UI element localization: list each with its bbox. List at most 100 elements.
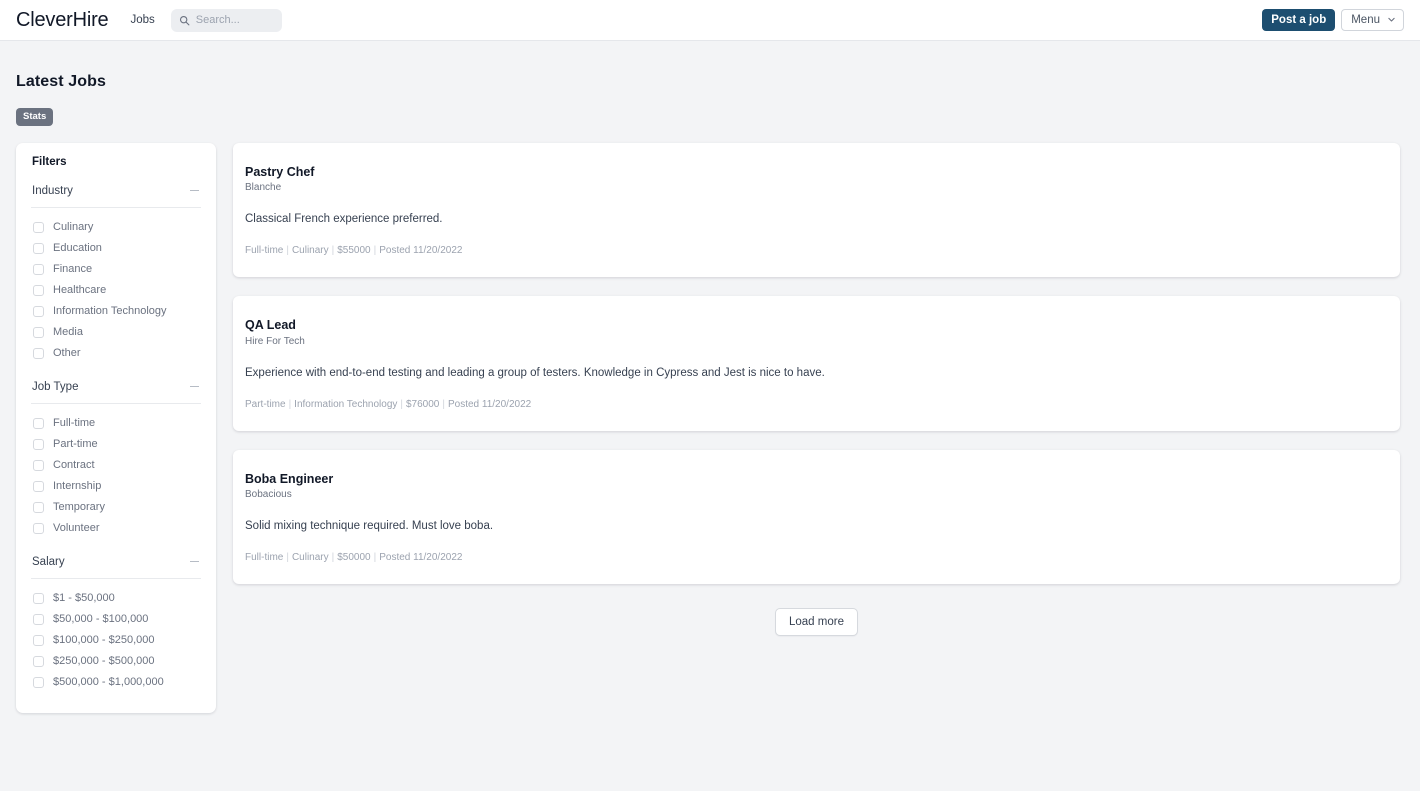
filter-option-list: $1 - $50,000 $50,000 - $100,000 $100,000 -…: [30, 585, 202, 693]
page-title: Latest Jobs: [16, 73, 107, 90]
filter-option-label: $1 - $50,000: [53, 591, 115, 604]
checkbox[interactable]: [33, 263, 44, 275]
divider: [31, 577, 201, 579]
filter-option[interactable]: Full-time: [30, 413, 202, 434]
checkbox[interactable]: [33, 501, 44, 513]
filter-option[interactable]: $1 - $50,000: [30, 588, 202, 609]
filter-group: Salary $1 - $50,000 $50,000 - $100,000 $100…: [30, 556, 202, 693]
job-meta: Full-time | Culinary | $50000 | Posted 11/20/2…: [245, 552, 1388, 564]
job-cards: Pastry Chef Blanche Classical French exper…: [233, 142, 1400, 585]
search-input[interactable]: [195, 14, 274, 26]
filters-sidebar: Filters Industry Culinary Education Finance…: [16, 142, 216, 713]
filter-option[interactable]: $250,000 - $500,000: [30, 651, 202, 672]
job-posted: Posted 11/20/2022: [447, 398, 532, 410]
filter-option-label: Information Technology: [53, 304, 167, 317]
filter-option[interactable]: Media: [30, 322, 202, 343]
post-a-job-button[interactable]: Post a job: [1262, 8, 1336, 32]
filter-option[interactable]: Culinary: [30, 217, 202, 238]
filter-group: Industry Culinary Education Finance Healthca…: [30, 185, 202, 377]
minus-icon[interactable]: [190, 386, 199, 387]
job-card[interactable]: Boba Engineer Bobacious Solid mixing techn…: [233, 449, 1400, 585]
checkbox[interactable]: [33, 459, 44, 471]
job-posted: Posted 11/20/2022: [379, 245, 463, 257]
checkbox[interactable]: [33, 347, 44, 359]
stats-button[interactable]: Stats: [16, 108, 54, 126]
checkbox[interactable]: [33, 242, 44, 254]
checkbox[interactable]: [33, 676, 44, 688]
filter-option[interactable]: Education: [30, 238, 202, 259]
brand-logo: CleverHire: [16, 9, 109, 31]
filter-option-label: Culinary: [53, 220, 94, 233]
job-description: Classical French experience preferred.: [245, 213, 443, 226]
meta-separator: |: [331, 552, 335, 564]
menu-dropdown-button[interactable]: Menu: [1341, 8, 1404, 32]
filter-option-label: Contract: [53, 458, 95, 471]
search-box[interactable]: [170, 8, 282, 32]
page-content: Filters Industry Culinary Education Finance…: [0, 126, 1420, 713]
job-company: Hire For Tech: [245, 335, 305, 347]
filter-option-label: $100,000 - $250,000: [53, 633, 155, 646]
filter-option-label: Finance: [53, 262, 93, 275]
filter-option[interactable]: Healthcare: [30, 280, 202, 301]
checkbox[interactable]: [33, 438, 44, 450]
checkbox[interactable]: [33, 480, 44, 492]
filter-option[interactable]: $50,000 - $100,000: [30, 609, 202, 630]
filter-option-label: $250,000 - $500,000: [53, 654, 155, 667]
checkbox[interactable]: [33, 284, 44, 296]
job-title: Boba Engineer: [245, 471, 334, 486]
checkbox[interactable]: [33, 305, 44, 317]
filter-option[interactable]: $500,000 - $1,000,000: [30, 672, 202, 693]
checkbox[interactable]: [33, 326, 44, 338]
filter-option-label: Other: [53, 346, 81, 359]
filter-group-label: Job Type: [32, 380, 79, 393]
meta-separator: |: [286, 245, 289, 257]
job-type: Part-time: [245, 398, 286, 410]
search-icon: [179, 15, 190, 26]
filter-option[interactable]: Other: [30, 343, 202, 364]
minus-icon[interactable]: [190, 190, 199, 191]
job-meta: Part-time | Information Technology | $76000 |…: [245, 399, 1388, 411]
checkbox[interactable]: [33, 592, 44, 604]
filter-option[interactable]: Internship: [30, 476, 202, 497]
filter-group-header[interactable]: Job Type: [30, 381, 202, 393]
nav-link-jobs[interactable]: Jobs: [130, 14, 154, 26]
checkbox[interactable]: [33, 655, 44, 667]
job-salary: $50000: [337, 552, 371, 564]
job-posted: Posted 11/20/2022: [379, 552, 463, 564]
filter-group: Job Type Full-time Part-time Contract Intern…: [30, 381, 202, 552]
meta-separator: |: [400, 398, 403, 410]
filter-group-header[interactable]: Industry: [30, 185, 202, 197]
filter-option[interactable]: Contract: [30, 455, 202, 476]
filter-option[interactable]: Temporary: [30, 497, 202, 518]
load-more-button[interactable]: Load more: [775, 608, 858, 637]
job-title: QA Lead: [245, 318, 296, 333]
checkbox[interactable]: [33, 613, 44, 625]
meta-separator: |: [373, 552, 377, 564]
divider: [31, 206, 201, 208]
checkbox[interactable]: [33, 221, 44, 233]
meta-separator: |: [331, 245, 335, 257]
meta-separator: |: [286, 552, 289, 564]
filter-option[interactable]: Information Technology: [30, 301, 202, 322]
filter-option-label: Media: [53, 325, 83, 338]
filter-option-label: $50,000 - $100,000: [53, 612, 149, 625]
job-meta: Full-time | Culinary | $55000 | Posted 11/20/2…: [245, 245, 1388, 257]
checkbox[interactable]: [33, 634, 44, 646]
minus-icon[interactable]: [190, 561, 199, 562]
filter-group-header[interactable]: Salary: [30, 556, 202, 568]
job-card[interactable]: Pastry Chef Blanche Classical French exper…: [233, 142, 1400, 278]
chevron-down-icon: [1387, 15, 1396, 24]
job-card[interactable]: QA Lead Hire For Tech Experience with end-…: [233, 296, 1400, 431]
job-description: Experience with end-to-end testing and l…: [245, 366, 825, 379]
filter-option-list: Culinary Education Finance Healthcare Inform…: [30, 214, 202, 364]
divider: [31, 402, 201, 404]
filter-option[interactable]: Finance: [30, 259, 202, 280]
filter-option[interactable]: $100,000 - $250,000: [30, 630, 202, 651]
meta-separator: |: [288, 398, 292, 410]
filter-option[interactable]: Volunteer: [30, 518, 202, 539]
filter-groups: Industry Culinary Education Finance Healthca…: [30, 185, 202, 693]
filter-option[interactable]: Part-time: [30, 434, 202, 455]
checkbox[interactable]: [33, 417, 44, 429]
checkbox[interactable]: [33, 522, 44, 534]
